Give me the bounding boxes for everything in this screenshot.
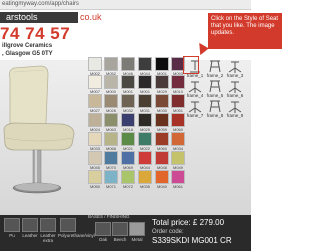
frame-option[interactable] bbox=[206, 58, 224, 74]
material-tab-label: Leather extra bbox=[40, 233, 56, 243]
total-price: Total price: £ 279.00 bbox=[152, 218, 224, 227]
color-swatch[interactable] bbox=[104, 94, 118, 108]
material-tab-label: Pu bbox=[9, 233, 15, 238]
color-swatch[interactable] bbox=[104, 57, 118, 71]
tooltip-pointer bbox=[194, 42, 209, 58]
url-text[interactable]: eatingmyway.com/app/chairs bbox=[2, 1, 79, 7]
material-tab[interactable] bbox=[60, 218, 76, 232]
base-tab[interactable] bbox=[95, 222, 111, 236]
color-swatch[interactable] bbox=[121, 57, 135, 71]
frame-drawing bbox=[188, 81, 202, 93]
material-tab-label: Leather bbox=[22, 233, 38, 238]
chair-preview-image bbox=[3, 65, 75, 194]
color-swatch[interactable] bbox=[88, 57, 102, 71]
total-label: Total price: bbox=[152, 218, 191, 227]
phone-number: 74 74 57 bbox=[0, 24, 71, 43]
color-swatch[interactable] bbox=[88, 132, 102, 146]
order-code-value: S339SKDI MG001 CR bbox=[152, 236, 232, 245]
brand-domain: co.uk bbox=[80, 12, 102, 22]
color-swatch[interactable] bbox=[171, 75, 185, 89]
color-swatch[interactable] bbox=[155, 57, 169, 71]
color-swatch[interactable] bbox=[138, 151, 152, 165]
frame-label: frame_9 bbox=[226, 113, 244, 118]
color-swatch[interactable] bbox=[121, 170, 135, 184]
color-swatch[interactable] bbox=[155, 170, 169, 184]
brand-name: arstools bbox=[6, 12, 38, 22]
color-swatch[interactable] bbox=[138, 113, 152, 127]
color-swatch[interactable] bbox=[121, 151, 135, 165]
color-swatch[interactable] bbox=[88, 151, 102, 165]
color-swatch[interactable] bbox=[138, 94, 152, 108]
color-swatch[interactable] bbox=[138, 170, 152, 184]
frame-drawing bbox=[188, 101, 202, 113]
frame-label: frame_8 bbox=[206, 113, 224, 118]
color-swatch[interactable] bbox=[138, 57, 152, 71]
swatch-code-label: M072 bbox=[122, 184, 133, 189]
color-swatch[interactable] bbox=[88, 170, 102, 184]
frame-option[interactable] bbox=[186, 98, 204, 114]
frame-drawing bbox=[228, 61, 242, 73]
frame-option[interactable] bbox=[226, 58, 244, 74]
color-swatch[interactable] bbox=[155, 75, 169, 89]
browser-address-bar[interactable]: eatingmyway.com/app/chairs bbox=[0, 0, 251, 10]
color-swatch[interactable] bbox=[104, 151, 118, 165]
material-tab[interactable] bbox=[40, 218, 56, 232]
color-swatch[interactable] bbox=[155, 151, 169, 165]
frame-drawing bbox=[209, 100, 221, 113]
frame-label: frame_7 bbox=[186, 113, 204, 118]
frame-drawing bbox=[209, 60, 221, 73]
color-swatch[interactable] bbox=[155, 113, 169, 127]
swatch-code-label: M035 bbox=[139, 184, 150, 189]
frame-option[interactable] bbox=[206, 78, 224, 94]
frame-option[interactable] bbox=[186, 78, 204, 94]
color-swatch[interactable] bbox=[121, 113, 135, 127]
color-swatch[interactable] bbox=[104, 113, 118, 127]
address-line-1: illgrove Ceramics bbox=[2, 43, 53, 49]
help-tooltip: Click on the Style of Seat that you like… bbox=[208, 13, 282, 49]
swatch-code-label: M040 bbox=[156, 184, 167, 189]
address-line-2: , Glasgow G5 0TY bbox=[2, 51, 53, 57]
swatch-code-label: M050 bbox=[89, 184, 100, 189]
base-tab[interactable] bbox=[112, 222, 128, 236]
color-swatch[interactable] bbox=[138, 75, 152, 89]
base-tab[interactable] bbox=[129, 222, 145, 236]
base-tab-label: Metal bbox=[131, 237, 143, 242]
swatch-code-label: M071 bbox=[105, 184, 116, 189]
material-tab[interactable] bbox=[4, 218, 20, 232]
material-tab[interactable] bbox=[22, 218, 38, 232]
color-swatch[interactable] bbox=[171, 132, 185, 146]
color-swatch[interactable] bbox=[155, 94, 169, 108]
color-swatch[interactable] bbox=[121, 75, 135, 89]
color-swatch[interactable] bbox=[104, 170, 118, 184]
frame-option[interactable] bbox=[226, 78, 244, 94]
brand-logo[interactable]: arstools bbox=[0, 12, 78, 23]
color-swatch[interactable] bbox=[155, 132, 169, 146]
color-swatch[interactable] bbox=[104, 75, 118, 89]
color-swatch[interactable] bbox=[121, 132, 135, 146]
order-code-label: Order code: bbox=[152, 229, 184, 235]
color-swatch[interactable] bbox=[171, 94, 185, 108]
frame-option[interactable] bbox=[226, 98, 244, 114]
color-swatch[interactable] bbox=[104, 132, 118, 146]
frame-option[interactable] bbox=[206, 98, 224, 114]
color-swatch[interactable] bbox=[171, 151, 185, 165]
total-value: £ 279.00 bbox=[192, 218, 225, 227]
frame-drawing bbox=[228, 81, 242, 93]
material-tab-label: Polyurethane/vinyl bbox=[58, 233, 95, 238]
swatch-code-label: M061 bbox=[172, 184, 183, 189]
color-swatch[interactable] bbox=[121, 94, 135, 108]
color-swatch[interactable] bbox=[88, 113, 102, 127]
color-swatch[interactable] bbox=[171, 113, 185, 127]
color-swatch[interactable] bbox=[88, 94, 102, 108]
color-swatch[interactable] bbox=[171, 170, 185, 184]
frame-drawing bbox=[228, 101, 242, 113]
color-swatch[interactable] bbox=[138, 132, 152, 146]
color-swatch[interactable] bbox=[88, 75, 102, 89]
frame-drawing bbox=[209, 80, 221, 93]
bases-section-label: BASES / FINISHING bbox=[88, 214, 130, 219]
frame-selected-outline bbox=[183, 56, 199, 74]
